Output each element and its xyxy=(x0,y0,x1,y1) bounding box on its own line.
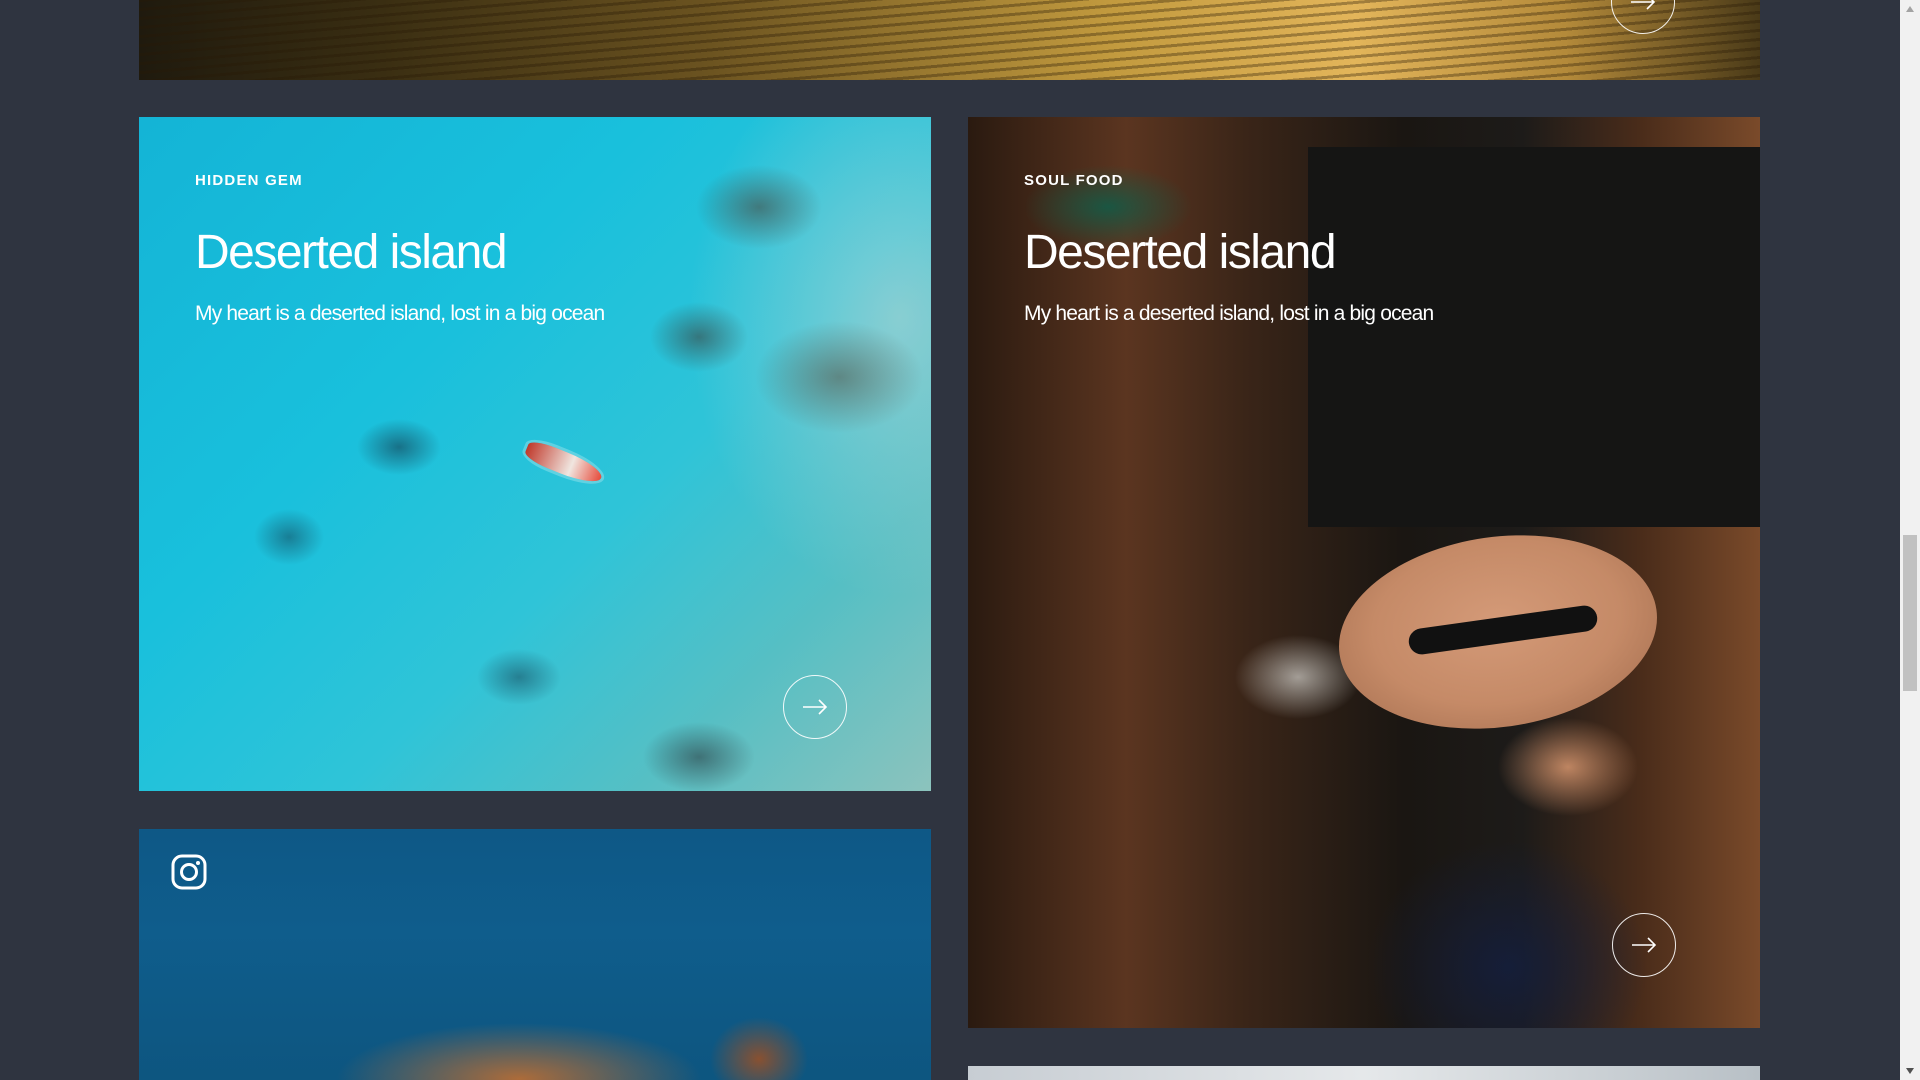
arrow-right-icon xyxy=(803,699,828,715)
card-hidden-gem[interactable]: HIDDEN GEM Deserted island My heart is a… xyxy=(139,117,931,791)
card-sunset-image xyxy=(139,0,1760,80)
scroll-up-arrow-icon[interactable] xyxy=(1900,0,1920,18)
card-next-image xyxy=(968,1066,1760,1080)
card-category-label: SOUL FOOD xyxy=(1024,172,1124,189)
card-sunset[interactable] xyxy=(139,0,1760,80)
card-soul-food[interactable]: SOUL FOOD Deserted island My heart is a … xyxy=(968,117,1760,1028)
card-soul-food-arrow-button[interactable] xyxy=(1612,913,1676,977)
card-instagram-turtle[interactable] xyxy=(139,829,931,1080)
arrow-right-icon xyxy=(1631,0,1656,10)
card-category-label: HIDDEN GEM xyxy=(195,172,303,189)
scroll-down-arrow-icon[interactable] xyxy=(1900,1062,1920,1080)
vertical-scrollbar[interactable] xyxy=(1900,0,1920,1080)
arrow-right-icon xyxy=(1632,937,1657,953)
card-hidden-gem-arrow-button[interactable] xyxy=(783,675,847,739)
card-instagram-turtle-image xyxy=(139,829,931,1080)
scrollbar-thumb[interactable] xyxy=(1903,535,1917,691)
card-next[interactable] xyxy=(968,1066,1760,1080)
menu-board-image xyxy=(1308,147,1760,527)
card-subtitle: My heart is a deserted island, lost in a… xyxy=(195,302,605,325)
page: HIDDEN GEM Deserted island My heart is a… xyxy=(0,0,1920,1080)
card-subtitle: My heart is a deserted island, lost in a… xyxy=(1024,302,1434,325)
card-title[interactable]: Deserted island xyxy=(1024,229,1337,277)
instagram-icon[interactable] xyxy=(171,854,207,890)
card-title[interactable]: Deserted island xyxy=(195,229,508,277)
